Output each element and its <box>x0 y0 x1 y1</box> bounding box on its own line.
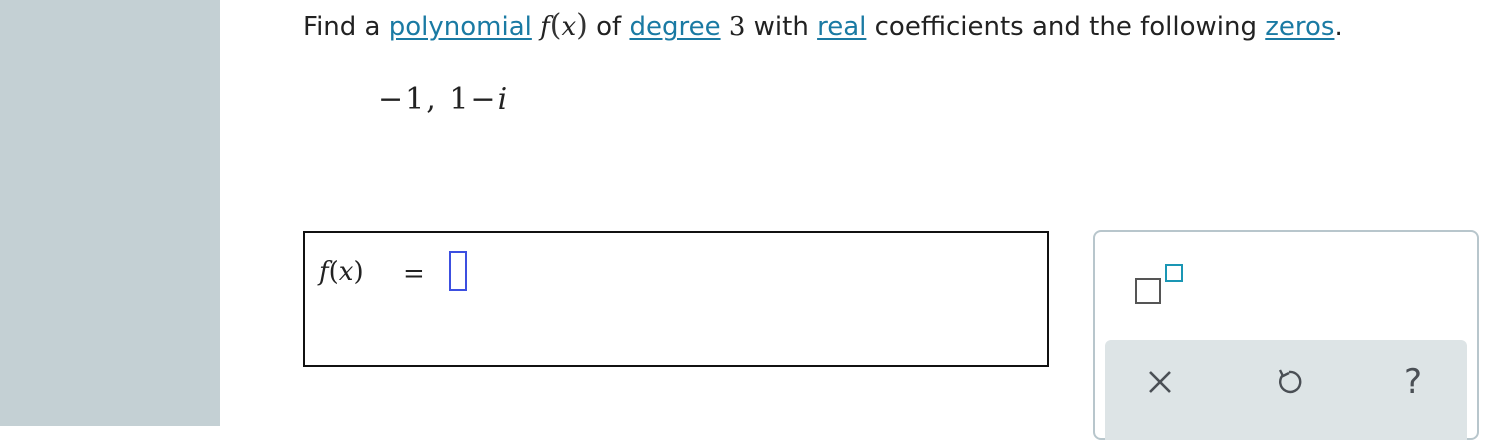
text-with: with <box>753 12 809 42</box>
link-polynomial[interactable]: polynomial <box>389 12 532 42</box>
link-degree[interactable]: degree <box>629 12 720 42</box>
help-button[interactable]: ? <box>1389 358 1437 406</box>
x-icon <box>1149 371 1171 393</box>
superscript-template-button[interactable] <box>1135 262 1191 314</box>
fn-name: f <box>540 12 550 42</box>
answer-lhs: f(x) <box>319 257 364 287</box>
math-tool-panel: ? <box>1093 230 1479 440</box>
superscript-base-box-icon <box>1135 278 1161 304</box>
zero-1: −1 <box>378 82 427 117</box>
fn-var: x <box>561 12 577 42</box>
answer-paren-open: ( <box>328 257 339 287</box>
undo-icon <box>1278 369 1302 394</box>
paren-close: ) <box>576 8 588 43</box>
answer-fn-var: x <box>338 257 354 287</box>
zero-2-real: 1 <box>449 82 471 117</box>
link-real[interactable]: real <box>817 12 866 42</box>
answer-box: f(x) = <box>303 231 1049 367</box>
period: . <box>1334 12 1343 42</box>
answer-equals: = <box>403 259 425 289</box>
left-sidebar <box>0 0 220 426</box>
question-mark-icon: ? <box>1403 362 1423 402</box>
actions-bar: ? <box>1105 340 1467 440</box>
text-middle: coefficients and the following <box>874 12 1257 42</box>
zero-2-minus: − <box>470 82 498 117</box>
zeros-list: −1, 1−i <box>378 82 509 117</box>
question-prefix: Find a <box>303 12 381 42</box>
answer-input[interactable] <box>449 251 467 291</box>
text-of: of <box>596 12 622 42</box>
link-zeros[interactable]: zeros <box>1265 12 1334 42</box>
answer-paren-close: ) <box>353 257 364 287</box>
paren-open: ( <box>549 8 562 43</box>
clear-button[interactable] <box>1136 358 1184 406</box>
answer-fn-name: f <box>319 257 329 287</box>
question-text: Find a polynomial f(x) of degree 3 with … <box>303 8 1343 45</box>
zero-separator: , <box>426 82 438 117</box>
zero-2-imag: i <box>497 82 510 117</box>
undo-button[interactable] <box>1265 358 1313 406</box>
superscript-exponent-box-icon <box>1165 264 1183 282</box>
degree-value: 3 <box>728 12 746 42</box>
